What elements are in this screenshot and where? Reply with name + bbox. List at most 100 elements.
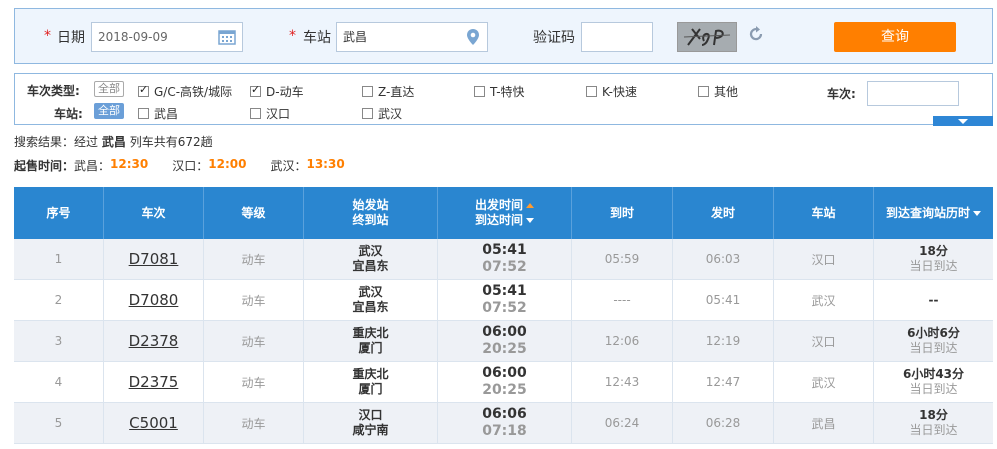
- cell-index: 1: [14, 239, 104, 279]
- train-number-link[interactable]: D2378: [129, 332, 179, 350]
- cell-index: 2: [14, 280, 104, 320]
- cell-stations: 武汉 宜昌东: [304, 239, 438, 279]
- calendar-icon[interactable]: [218, 29, 236, 45]
- station-input[interactable]: 武昌: [336, 22, 488, 52]
- sort-desc-icon[interactable]: [526, 218, 534, 223]
- result-prefix: 搜索结果：经过: [14, 135, 99, 149]
- checkbox[interactable]: [362, 86, 373, 97]
- filter-type-other[interactable]: 其他: [698, 83, 738, 100]
- cell-leave: 05:41: [673, 280, 774, 320]
- checkbox-label: 汉口: [266, 107, 291, 121]
- station-value: 武昌: [343, 30, 368, 44]
- filter-type-k[interactable]: K-快速: [586, 83, 637, 100]
- duration: 6小时43分: [902, 367, 965, 381]
- depart-time: 06:06: [482, 406, 527, 422]
- captcha-input[interactable]: [581, 22, 653, 52]
- header-duration[interactable]: 到达查询站历时: [874, 187, 993, 239]
- sort-asc-icon[interactable]: [526, 203, 534, 208]
- cell-index: 4: [14, 362, 104, 402]
- sale-time-label: 起售时间：: [14, 159, 75, 173]
- sale-time-line: 起售时间： 武昌： 12:30 汉口： 12:00 武汉： 13:30: [14, 157, 345, 174]
- train-no-label: 车次:: [827, 87, 856, 101]
- header-times[interactable]: 出发时间 到达时间: [438, 187, 572, 239]
- checkbox-label: 武汉: [378, 107, 403, 121]
- cell-grade: 动车: [204, 362, 304, 402]
- checkbox[interactable]: [698, 86, 709, 97]
- result-station: 武昌: [101, 135, 126, 149]
- captcha-label: 验证码: [533, 30, 575, 46]
- header-index: 序号: [14, 187, 104, 239]
- checkbox[interactable]: [250, 83, 261, 97]
- filter-panel: 车次类型: 全部 G/C-高铁/城际 D-动车 Z-直达 T-特快 K-快速 其…: [14, 73, 993, 126]
- train-no-input[interactable]: [867, 81, 959, 106]
- cell-station: 武汉: [774, 362, 874, 402]
- date-label: 日期: [57, 30, 85, 46]
- checkbox-label: 武昌: [154, 107, 179, 121]
- checkbox[interactable]: [586, 86, 597, 97]
- filter-station-hankou[interactable]: 汉口: [250, 105, 290, 122]
- header-depart-time[interactable]: 出发时间: [475, 198, 523, 212]
- duration: 6小时6分: [907, 326, 960, 340]
- date-input[interactable]: 2018-09-09: [91, 22, 243, 52]
- duration-note: 当日到达: [909, 382, 958, 396]
- cell-duration: 6小时6分 当日到达: [874, 321, 993, 361]
- checkbox-label: D-动车: [266, 85, 304, 99]
- duration: 18分: [919, 244, 948, 258]
- header-train: 车次: [104, 187, 204, 239]
- sort-desc-icon[interactable]: [973, 210, 981, 216]
- checkbox[interactable]: [138, 108, 149, 119]
- train-table: 序号 车次 等级 始发站 终到站 出发时间 到达时间 到时 发时 车站 到达查询…: [14, 187, 993, 444]
- checkbox[interactable]: [362, 108, 373, 119]
- header-stations: 始发站 终到站: [304, 187, 438, 239]
- filter-type-gc[interactable]: G/C-高铁/城际: [138, 83, 232, 100]
- header-duration-label[interactable]: 到达查询站历时: [886, 206, 970, 220]
- date-value: 2018-09-09: [98, 30, 168, 44]
- train-number-link[interactable]: D2375: [129, 373, 179, 391]
- checkbox[interactable]: [474, 86, 485, 97]
- cell-grade: 动车: [204, 239, 304, 279]
- from-station: 重庆北: [352, 326, 389, 340]
- filter-type-d[interactable]: D-动车: [250, 83, 304, 100]
- cell-train: D7080: [104, 280, 204, 320]
- to-station: 咸宁南: [352, 423, 389, 437]
- cell-leave: 06:03: [673, 239, 774, 279]
- expand-filters-button[interactable]: [933, 116, 993, 126]
- train-number-link[interactable]: D7080: [129, 291, 179, 309]
- duration-note: 当日到达: [909, 341, 958, 355]
- filter-station-wuchang[interactable]: 武昌: [138, 105, 178, 122]
- station-all-button[interactable]: 全部: [94, 103, 124, 119]
- arrive-time: 07:52: [482, 259, 527, 275]
- header-to-station: 终到站: [352, 213, 389, 227]
- filter-type-t[interactable]: T-特快: [474, 83, 525, 100]
- to-station: 宜昌东: [352, 259, 389, 273]
- sale-time: 12:30: [110, 157, 149, 171]
- filter-station-wuhan[interactable]: 武汉: [362, 105, 402, 122]
- cell-station: 武汉: [774, 280, 874, 320]
- train-type-all-button[interactable]: 全部: [94, 81, 124, 97]
- cell-arrive: 06:24: [572, 403, 673, 443]
- depart-time: 05:41: [482, 283, 527, 299]
- cell-times: 06:06 07:18: [438, 403, 572, 443]
- refresh-icon[interactable]: [748, 25, 764, 43]
- cell-train: D2378: [104, 321, 204, 361]
- sale-station: 汉口：: [172, 159, 209, 173]
- duration-note: 当日到达: [909, 259, 958, 273]
- cell-arrive: 12:06: [572, 321, 673, 361]
- filter-type-z[interactable]: Z-直达: [362, 83, 414, 100]
- arrive-time: 07:18: [482, 423, 527, 439]
- captcha-image[interactable]: [677, 22, 737, 52]
- sale-station: 武汉：: [270, 159, 307, 173]
- header-arrive: 到时: [572, 187, 673, 239]
- train-number-link[interactable]: D7081: [129, 250, 179, 268]
- table-row: 1 D7081 动车 武汉 宜昌东 05:41 07:52 05:59 06:03 汉口 18分 当日…: [14, 239, 993, 280]
- cell-stations: 重庆北 厦门: [304, 321, 438, 361]
- header-arrive-time[interactable]: 到达时间: [475, 213, 523, 227]
- checkbox[interactable]: [250, 108, 261, 119]
- cell-duration: --: [874, 280, 993, 320]
- checkbox[interactable]: [138, 83, 149, 97]
- table-row: 3 D2378 动车 重庆北 厦门 06:00 20:25 12:06 12:19 汉口 6小时6分…: [14, 321, 993, 362]
- query-button[interactable]: 查询: [834, 22, 956, 52]
- cell-leave: 06:28: [673, 403, 774, 443]
- train-number-link[interactable]: C5001: [129, 414, 178, 432]
- cell-stations: 武汉 宜昌东: [304, 280, 438, 320]
